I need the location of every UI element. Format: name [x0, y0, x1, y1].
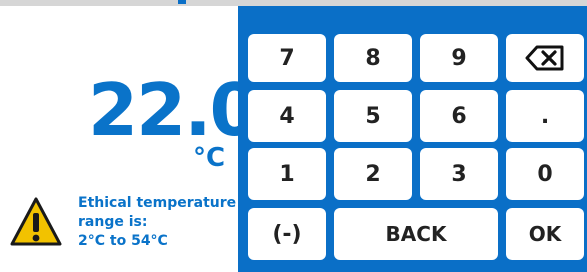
back-button[interactable]: BACK: [334, 208, 498, 260]
key-2[interactable]: 2: [334, 148, 412, 200]
key-5[interactable]: 5: [334, 90, 412, 142]
key-3[interactable]: 3: [420, 148, 498, 200]
range-line-1: Ethical temperature: [78, 195, 237, 211]
key-4[interactable]: 4: [248, 90, 326, 142]
range-line-2: range is:: [78, 214, 148, 230]
ok-button[interactable]: OK: [506, 208, 584, 260]
key-1[interactable]: 1: [248, 148, 326, 200]
key-7[interactable]: 7: [248, 34, 326, 82]
key-8[interactable]: 8: [334, 34, 412, 82]
backspace-button[interactable]: [506, 34, 584, 82]
top-accent-mark: [178, 0, 186, 4]
temperature-range-note: Ethical temperature range is: 2°C to 54°…: [78, 194, 236, 251]
key-decimal[interactable]: .: [506, 90, 584, 142]
key-9[interactable]: 9: [420, 34, 498, 82]
key-6[interactable]: 6: [420, 90, 498, 142]
key-0[interactable]: 0: [506, 148, 584, 200]
range-line-3: 2°C to 54°C: [78, 233, 168, 249]
temperature-value: 22.0: [88, 68, 260, 152]
backspace-icon: [525, 45, 564, 71]
temperature-unit: °C: [193, 143, 226, 173]
warning-icon: [10, 197, 62, 246]
negative-sign-button[interactable]: (-): [248, 208, 326, 260]
